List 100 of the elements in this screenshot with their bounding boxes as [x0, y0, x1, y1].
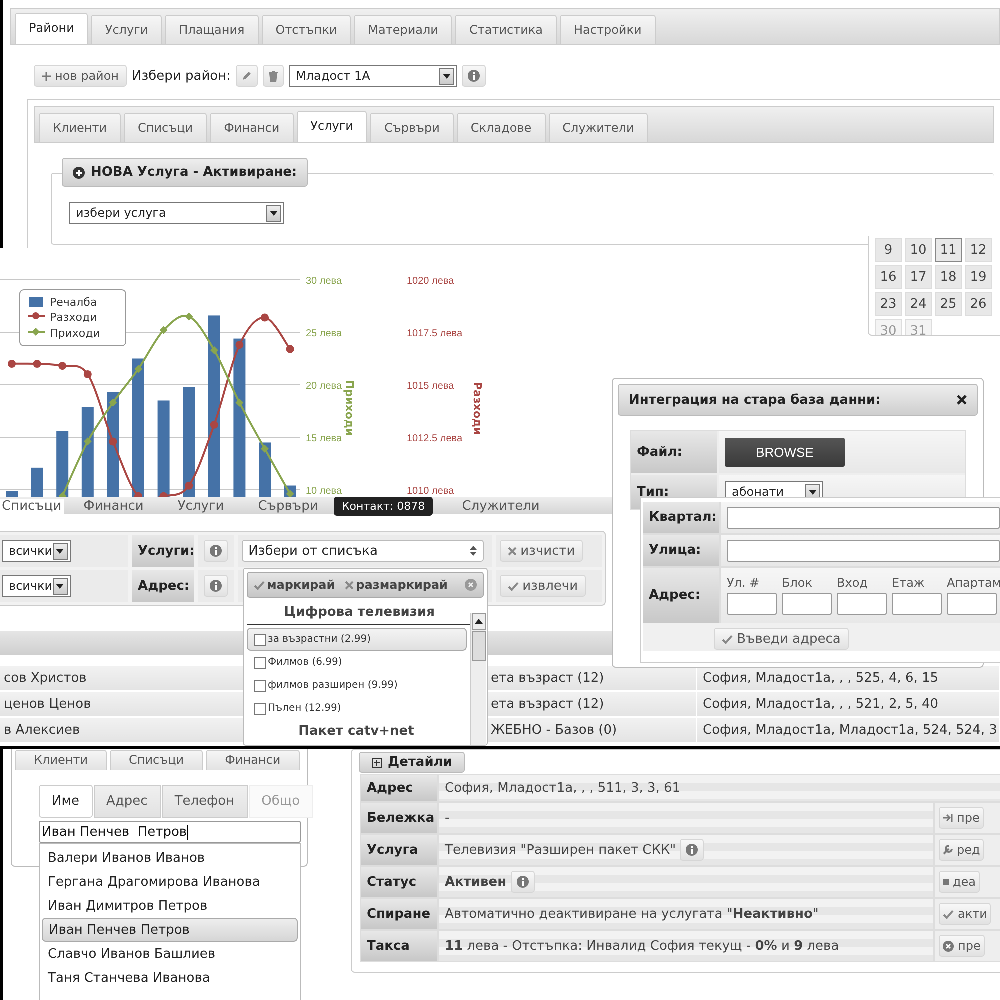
field-label: Блок [782, 576, 814, 590]
info-button[interactable] [204, 540, 228, 562]
check-all-link[interactable]: маркирай [254, 578, 336, 592]
calendar-day[interactable]: 12 [965, 238, 992, 262]
search-field[interactable]: Иван Пенчев Петров [39, 821, 301, 843]
suggestion-item[interactable]: Иван Пенчев Петров [42, 918, 298, 942]
section-legend: НОВА Услуга - Активиране: [62, 158, 308, 187]
tab[interactable]: Финанси [206, 750, 300, 770]
calendar-day[interactable]: 11 [935, 238, 962, 262]
info-button[interactable] [680, 839, 704, 861]
input-field[interactable] [947, 593, 997, 615]
service-select[interactable]: избери услуга [69, 202, 284, 224]
suggestion-item[interactable]: Таня Станчева Иванова [42, 966, 298, 990]
calendar-day[interactable]: 18 [935, 265, 962, 289]
tab[interactable]: Статистика [455, 15, 557, 44]
calendar-day[interactable]: 26 [965, 292, 992, 316]
tick-label: 30 лева [306, 276, 342, 288]
calendar-day[interactable]: 24 [905, 292, 932, 316]
tab[interactable]: Материали [354, 15, 452, 44]
input-field[interactable] [727, 593, 777, 615]
calendar-day[interactable]: 23 [875, 292, 902, 316]
district-label: Избери район: [132, 68, 232, 84]
close-circle-icon[interactable] [465, 579, 477, 591]
point [286, 345, 294, 354]
info-button[interactable] [462, 65, 486, 87]
filter-select[interactable]: всички [2, 575, 71, 597]
tab[interactable]: Настройки [560, 15, 656, 44]
suggestion-item[interactable]: Славчо Иванов Башлиев [42, 942, 298, 966]
calendar-day[interactable]: 16 [875, 265, 902, 289]
suggestion-item[interactable]: Валери Иванов Иванов [42, 846, 298, 870]
action-button[interactable]: акти [939, 903, 992, 925]
clear-button[interactable]: изчисти [500, 540, 584, 562]
checkbox[interactable] [254, 634, 266, 646]
legend-label: Приходи [50, 327, 100, 340]
calendar-day[interactable]: 19 [965, 265, 992, 289]
calendar-day[interactable]: 9 [875, 238, 902, 262]
field-value: София, Младост1а, , , 511, 3, 3, 61 [445, 780, 681, 796]
tab[interactable]: Служители [448, 499, 554, 514]
tab[interactable]: Сървъри [370, 113, 454, 142]
plus-square-icon [372, 758, 382, 768]
search-tab[interactable]: Име [39, 785, 93, 818]
tab[interactable]: Клиенти [39, 113, 122, 142]
calendar-day[interactable]: 17 [905, 265, 932, 289]
tab[interactable]: Складове [456, 113, 546, 142]
suggestion-item[interactable]: Иван Димитров Петров [42, 894, 298, 918]
tab[interactable]: Плащания [165, 15, 259, 44]
submit-button[interactable]: Въведи адреса [714, 628, 849, 650]
close-icon[interactable] [957, 395, 967, 405]
scrollbar[interactable] [470, 613, 486, 745]
edit-button[interactable] [236, 65, 258, 87]
input-field[interactable] [727, 506, 1000, 528]
tab[interactable]: Клиенти [15, 750, 108, 770]
tab[interactable]: Райони [15, 13, 88, 44]
tab[interactable]: Служители [548, 113, 648, 142]
uncheck-all-link[interactable]: размаркирай [345, 578, 448, 592]
tab[interactable]: Отстъпки [262, 15, 352, 44]
tab[interactable]: Финанси [70, 499, 158, 514]
field-label: Улица: [643, 535, 719, 566]
tooltip: Контакт: 0878 [334, 497, 434, 516]
input-field[interactable] [837, 593, 887, 615]
input-field[interactable] [782, 593, 832, 615]
action-button[interactable]: ред [939, 839, 984, 861]
tab[interactable]: Списъци [0, 499, 64, 514]
option[interactable]: за възрастни (2.99) [247, 628, 467, 651]
tab[interactable]: Списъци [110, 750, 204, 770]
action-button[interactable]: пре [939, 935, 985, 957]
checkbox[interactable] [254, 656, 266, 668]
tab[interactable]: Списъци [124, 113, 208, 142]
close-icon [508, 546, 517, 556]
point [185, 312, 194, 321]
info-button[interactable] [510, 871, 535, 893]
tab[interactable]: Услуги [91, 15, 162, 44]
tab[interactable]: Услуги [296, 111, 368, 142]
scrollbar-thumb[interactable] [472, 631, 486, 661]
tab[interactable]: Услуги [164, 499, 238, 514]
search-tab[interactable]: Адрес [94, 785, 161, 818]
service-select[interactable]: Избери от списъка [242, 540, 484, 562]
filter-select[interactable]: всички [2, 540, 71, 562]
district-select[interactable]: Младост 1А [289, 65, 458, 87]
tab[interactable]: Сървъри [244, 499, 332, 514]
bar [6, 491, 18, 497]
info-button[interactable] [204, 575, 228, 597]
axis-title: Разходи [471, 382, 484, 436]
table-cell: ета възраст (12) [488, 692, 697, 716]
calendar-day[interactable]: 10 [905, 238, 932, 262]
new-district-button[interactable]: нов район [34, 65, 128, 87]
calendar-day[interactable]: 25 [935, 292, 962, 316]
delete-button[interactable] [263, 65, 284, 87]
input-field[interactable] [727, 540, 1000, 562]
field-value: Активен [445, 874, 507, 890]
checkbox[interactable] [254, 680, 266, 692]
search-tab[interactable]: Телефон [162, 785, 248, 818]
tab[interactable]: Финанси [210, 113, 294, 142]
checkbox[interactable] [254, 702, 266, 714]
suggestion-item[interactable]: Гергана Драгомирова Иванова [42, 870, 298, 894]
input-field[interactable] [892, 593, 942, 615]
action-button[interactable]: деа [939, 871, 980, 893]
action-button[interactable]: пре [939, 807, 984, 829]
extract-button[interactable]: извлечи [500, 575, 586, 597]
browse-button[interactable]: BROWSE [725, 438, 845, 466]
